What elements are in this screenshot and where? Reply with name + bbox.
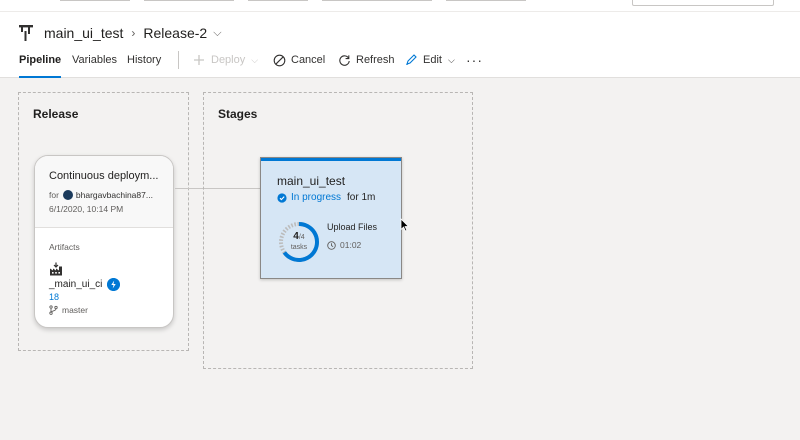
for-label: for — [49, 190, 59, 200]
refresh-label: Refresh — [356, 54, 395, 66]
browser-strip — [0, 0, 800, 12]
edit-button[interactable]: Edit ⌵ — [404, 50, 455, 70]
page-header: main_ui_test › Release-2 ⌵ Pipeline Vari… — [0, 12, 800, 78]
stages-section-title: Stages — [218, 107, 258, 121]
current-task-name: Upload Files — [327, 222, 378, 232]
tab-history[interactable]: History — [127, 50, 161, 78]
cancel-label: Cancel — [291, 54, 326, 66]
tasks-total: /4 — [298, 234, 305, 241]
status-text[interactable]: In progress — [291, 192, 341, 203]
tab-pipeline[interactable]: Pipeline — [19, 50, 62, 78]
elapsed-time: 01:02 — [340, 240, 362, 250]
toolbar-divider — [178, 51, 179, 69]
trigger-user: bhargavbachina87... — [75, 190, 153, 200]
cancel-button[interactable]: Cancel — [272, 50, 325, 70]
refresh-button[interactable]: Refresh — [337, 50, 395, 70]
pipeline-name-link[interactable]: main_ui_test — [44, 25, 123, 41]
pencil-icon — [404, 53, 418, 67]
stage-status: In progress for 1m — [277, 192, 375, 203]
toolbar: Pipeline Variables History Deploy ⌵ Canc… — [0, 50, 800, 78]
chevron-down-icon[interactable]: ⌵ — [213, 27, 221, 40]
task-elapsed: 01:02 — [327, 240, 361, 250]
trigger-user-row: for bhargavbachina87... — [49, 190, 153, 200]
edit-label: Edit — [423, 54, 442, 66]
search-box[interactable] — [632, 0, 774, 6]
chevron-down-icon: ⌵ — [251, 54, 259, 65]
tasks-label: tasks — [290, 244, 308, 251]
branch-icon — [49, 305, 58, 315]
artifact-name[interactable]: _main_ui_ci — [49, 279, 102, 290]
avatar — [62, 190, 73, 200]
breadcrumb-faint — [60, 0, 620, 4]
deploy-label: Deploy — [211, 54, 246, 66]
refresh-icon — [337, 53, 351, 67]
status-duration: for 1m — [347, 192, 376, 203]
continuous-deployment-trigger-icon[interactable] — [107, 278, 120, 291]
artifacts-heading: Artifacts — [49, 242, 80, 252]
trigger-area[interactable]: Continuous deploym... for bhargavbachina… — [35, 156, 173, 228]
clock-icon — [327, 240, 336, 250]
artifacts-card[interactable]: Continuous deploym... for bhargavbachina… — [34, 155, 174, 328]
mouse-cursor-icon — [400, 218, 410, 232]
tasks-count: 4/4 — [277, 231, 321, 242]
artifact-branch: master — [49, 305, 88, 315]
chevron-down-icon: ⌵ — [447, 54, 455, 65]
task-progress-ring — [279, 222, 320, 262]
release-pipeline-icon — [19, 25, 33, 41]
tab-variables[interactable]: Variables — [72, 50, 117, 78]
more-options-button[interactable]: ··· — [466, 52, 483, 68]
branch-name: master — [62, 305, 88, 315]
cancel-icon — [272, 53, 286, 67]
breadcrumb: main_ui_test › Release-2 ⌵ — [18, 22, 222, 44]
release-name[interactable]: Release-2 — [143, 25, 207, 41]
stage-name: main_ui_test — [277, 174, 346, 188]
artifact-build-number[interactable]: 18 — [49, 292, 59, 302]
chevron-right-icon: › — [131, 26, 136, 40]
plus-icon — [192, 53, 206, 67]
stage-card[interactable]: main_ui_test In progress for 1m 4/4 task… — [260, 157, 402, 279]
in-progress-icon — [277, 192, 287, 203]
stage-status-bar — [261, 158, 401, 161]
build-artifact-icon — [50, 262, 62, 276]
deploy-button[interactable]: Deploy ⌵ — [192, 50, 258, 70]
trigger-title: Continuous deploym... — [49, 170, 159, 182]
trigger-date: 6/1/2020, 10:14 PM — [49, 204, 124, 214]
release-section-title: Release — [33, 107, 79, 121]
